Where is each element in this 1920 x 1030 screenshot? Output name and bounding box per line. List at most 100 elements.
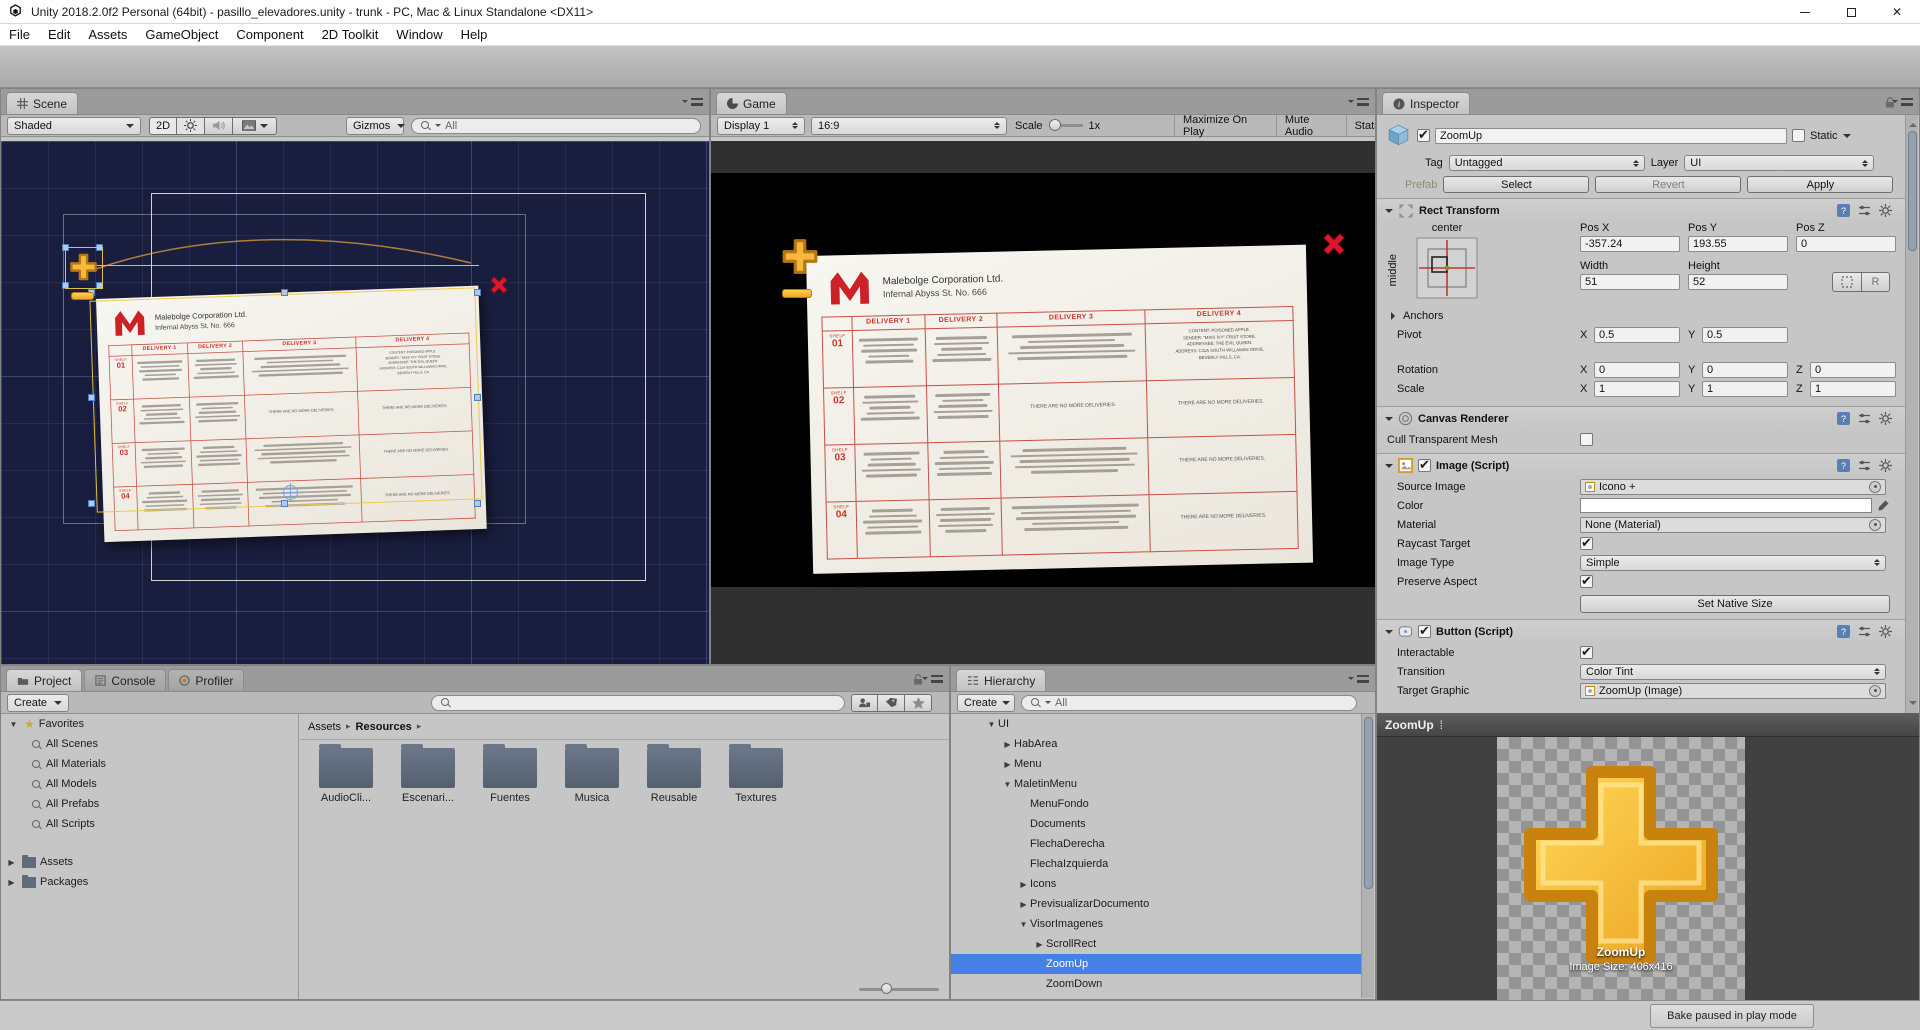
project-search-input[interactable] (431, 695, 845, 711)
tab-game[interactable]: Game (716, 92, 787, 114)
game-zoom-minus-button[interactable] (782, 289, 812, 298)
search-by-label-button[interactable] (878, 694, 905, 712)
hierarchy-item-previsualizardocumento[interactable]: ▶PrevisualizarDocumento (951, 894, 1361, 914)
help-icon[interactable]: ? (1837, 412, 1850, 425)
selection-handle[interactable] (474, 394, 481, 401)
cull-checkbox[interactable] (1580, 433, 1593, 446)
zoomdown-minus-sprite[interactable] (71, 292, 94, 300)
help-icon[interactable]: ? (1837, 625, 1850, 638)
image-type-dropdown[interactable]: Simple (1580, 555, 1886, 571)
color-swatch[interactable] (1580, 498, 1872, 513)
preview-header[interactable]: ZoomUp ⁞ (1377, 713, 1919, 737)
scale-y-field[interactable]: 1 (1702, 381, 1788, 397)
width-field[interactable]: 51 (1580, 274, 1680, 290)
game-zoom-plus-button[interactable] (781, 237, 819, 276)
project-panel-menu[interactable] (922, 674, 943, 683)
favorites-item-all-prefabs[interactable]: All Prefabs (1, 794, 298, 814)
blueprint-mode-button[interactable] (1832, 272, 1862, 292)
preset-icon[interactable] (1858, 625, 1871, 638)
hierarchy-item-flechaderecha[interactable]: FlechaDerecha (951, 834, 1361, 854)
project-root-assets[interactable]: ▶Assets (1, 852, 298, 872)
hierarchy-create-dropdown[interactable]: Create (957, 694, 1015, 712)
foldout-arrow[interactable]: ▶ (1033, 940, 1046, 949)
selection-handle[interactable] (474, 289, 481, 296)
hierarchy-item-flechaizquierda[interactable]: FlechaIzquierda (951, 854, 1361, 874)
project-root-packages[interactable]: ▶Packages (1, 872, 298, 892)
gizmos-dropdown[interactable]: Gizmos (346, 117, 404, 135)
tab-project[interactable]: Project (6, 669, 82, 691)
aspect-dropdown[interactable]: 16:9 (811, 117, 1007, 135)
tab-hierarchy[interactable]: Hierarchy (956, 669, 1046, 691)
rect-transform-header[interactable]: Rect Transform ? (1377, 198, 1906, 222)
eyedropper-icon[interactable] (1876, 499, 1890, 513)
menu-assets[interactable]: Assets (79, 24, 136, 46)
selection-handle[interactable] (281, 289, 288, 296)
anchors-foldout[interactable]: Anchors (1377, 306, 1906, 325)
stats-button[interactable]: Stats (1346, 115, 1375, 137)
scene-lighting-button[interactable] (177, 117, 205, 135)
thumbnail-size-slider[interactable] (859, 988, 939, 991)
tab-inspector[interactable]: i Inspector (1382, 92, 1470, 114)
hierarchy-item-ui[interactable]: ▼UI (951, 714, 1361, 734)
pos-y-field[interactable]: 193.55 (1688, 236, 1788, 252)
pivot-y-field[interactable]: 0.5 (1702, 327, 1788, 343)
selection-handle[interactable] (88, 500, 95, 507)
object-picker-icon[interactable] (1869, 685, 1881, 697)
raw-edit-button[interactable]: R (1862, 272, 1890, 292)
toggle-2d-button[interactable]: 2D (149, 117, 177, 135)
game-scale-slider[interactable] (1049, 124, 1083, 127)
hierarchy-item-menu[interactable]: ▶Menu (951, 754, 1361, 774)
hierarchy-scrollbar[interactable] (1361, 714, 1374, 998)
hierarchy-item-documents[interactable]: Documents (951, 814, 1361, 834)
prefab-revert-button[interactable]: Revert (1595, 176, 1741, 193)
canvas-renderer-header[interactable]: Canvas Renderer ? (1377, 406, 1906, 430)
foldout-arrow[interactable]: ▶ (1001, 760, 1014, 769)
foldout-arrow[interactable]: ▼ (1017, 920, 1030, 929)
favorites-item-all-scenes[interactable]: All Scenes (1, 734, 298, 754)
prefab-apply-button[interactable]: Apply (1747, 176, 1893, 193)
game-viewport[interactable]: Malebolge Corporation Ltd.Infernal Abyss… (711, 141, 1375, 664)
menu-edit[interactable]: Edit (39, 24, 79, 46)
hierarchy-item-menufondo[interactable]: MenuFondo (951, 794, 1361, 814)
search-by-type-button[interactable] (851, 694, 878, 712)
project-create-dropdown[interactable]: Create (7, 694, 69, 712)
gear-icon[interactable] (1879, 412, 1892, 425)
tab-console[interactable]: Console (84, 669, 166, 691)
gameobject-name-field[interactable]: ZoomUp (1435, 128, 1787, 144)
scene-effects-dropdown[interactable] (233, 117, 277, 135)
favorites-item-all-materials[interactable]: All Materials (1, 754, 298, 774)
scene-audio-button[interactable] (205, 117, 233, 135)
rotation-z-field[interactable]: 0 (1810, 362, 1896, 378)
rotation-y-field[interactable]: 0 (1702, 362, 1788, 378)
menu-window[interactable]: Window (387, 24, 451, 46)
close-button[interactable]: ✕ (1874, 0, 1920, 24)
bake-status-badge[interactable]: Bake paused in play mode (1650, 1004, 1814, 1028)
inspector-scrollbar[interactable] (1905, 115, 1918, 713)
object-picker-icon[interactable] (1869, 481, 1881, 493)
favorites-filter-button[interactable] (905, 694, 932, 712)
raycast-checkbox[interactable] (1580, 537, 1593, 550)
shading-mode-dropdown[interactable]: Shaded (7, 117, 141, 135)
hierarchy-item-maletinmenu[interactable]: ▼MaletinMenu (951, 774, 1361, 794)
anchor-preset-widget[interactable] (1415, 236, 1479, 300)
interactable-checkbox[interactable] (1580, 646, 1593, 659)
tab-scene[interactable]: Scene (6, 92, 78, 114)
menu-help[interactable]: Help (452, 24, 497, 46)
scene-panel-menu[interactable] (682, 97, 703, 106)
prefab-select-button[interactable]: Select (1443, 176, 1589, 193)
hierarchy-panel-menu[interactable] (1348, 674, 1369, 683)
height-field[interactable]: 52 (1688, 274, 1788, 290)
scene-viewport[interactable]: Malebolge Corporation Ltd.Infernal Abyss… (1, 141, 709, 664)
hierarchy-search-input[interactable]: All (1021, 695, 1357, 711)
pivot-x-field[interactable]: 0.5 (1594, 327, 1680, 343)
maximize-button[interactable] (1828, 0, 1874, 24)
foldout-arrow[interactable]: ▼ (985, 720, 998, 729)
foldout-arrow[interactable]: ▶ (1001, 740, 1014, 749)
foldout-arrow[interactable]: ▶ (1017, 880, 1030, 889)
button-enabled-checkbox[interactable] (1418, 625, 1431, 638)
maximize-on-play-button[interactable]: Maximize On Play (1174, 115, 1276, 137)
help-icon[interactable]: ? (1837, 459, 1850, 472)
hierarchy-item-zoomup[interactable]: ZoomUp (951, 954, 1361, 974)
foldout-arrow[interactable]: ▶ (1017, 900, 1030, 909)
tab-profiler[interactable]: Profiler (168, 669, 244, 691)
